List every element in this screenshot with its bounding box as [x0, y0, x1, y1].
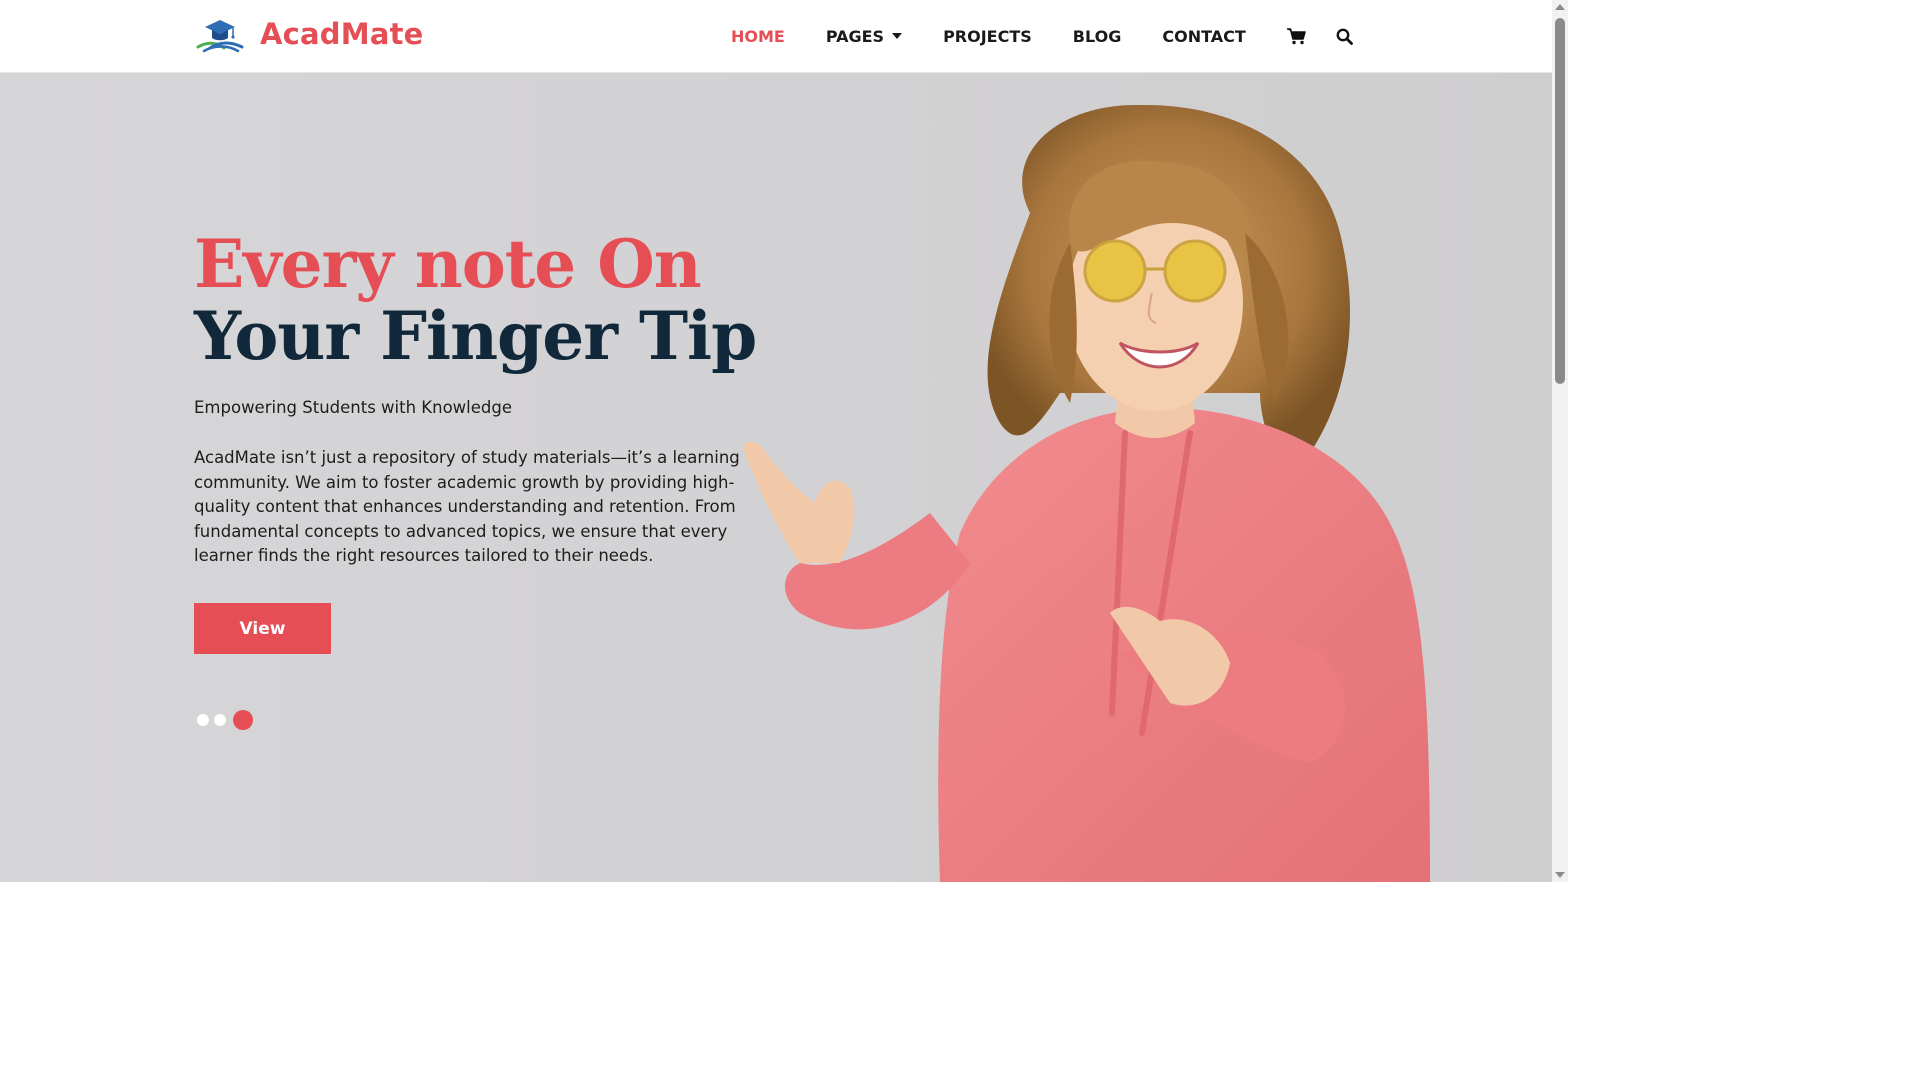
slider-dot-1[interactable]: [197, 714, 209, 726]
cart-icon[interactable]: [1287, 26, 1307, 46]
scroll-up-icon[interactable]: [1555, 4, 1565, 10]
page-scrollbar[interactable]: [1552, 0, 1568, 882]
nav-home[interactable]: HOME: [731, 24, 785, 48]
nav-pages[interactable]: PAGES: [825, 24, 903, 48]
view-button[interactable]: View: [194, 603, 331, 654]
hero-section: Every note On Your Finger Tip Empowering…: [0, 73, 1552, 882]
nav-contact[interactable]: CONTACT: [1162, 24, 1245, 48]
slider-dot-2[interactable]: [214, 714, 226, 726]
brand-logo[interactable]: AcadMate: [194, 14, 424, 54]
main-nav: HOME PAGES PROJECTS BLOG CONTACT: [731, 24, 1383, 48]
site-header: AcadMate HOME PAGES PROJECTS BLOG CONTAC…: [0, 0, 1552, 73]
search-icon[interactable]: [1335, 26, 1355, 46]
hero-title-line2: Your Finger Tip: [194, 297, 757, 375]
hero-description: AcadMate isn’t just a repository of stud…: [194, 448, 740, 566]
nav-blog[interactable]: BLOG: [1073, 24, 1122, 48]
slider-pagination: [197, 710, 253, 730]
hero-person-image: [743, 104, 1430, 882]
scroll-down-icon[interactable]: [1555, 872, 1565, 878]
caret-down-icon: [892, 33, 903, 39]
slider-dot-3[interactable]: [233, 710, 253, 730]
brand-name: AcadMate: [260, 17, 424, 51]
hero-title-line1: Every note On: [194, 225, 702, 303]
nav-pages-label: PAGES: [825, 26, 885, 46]
graduation-cap-books-icon: [196, 20, 244, 53]
scrollbar-thumb[interactable]: [1555, 18, 1565, 384]
hero-subtitle: Empowering Students with Knowledge: [194, 398, 513, 417]
nav-projects[interactable]: PROJECTS: [943, 24, 1032, 48]
